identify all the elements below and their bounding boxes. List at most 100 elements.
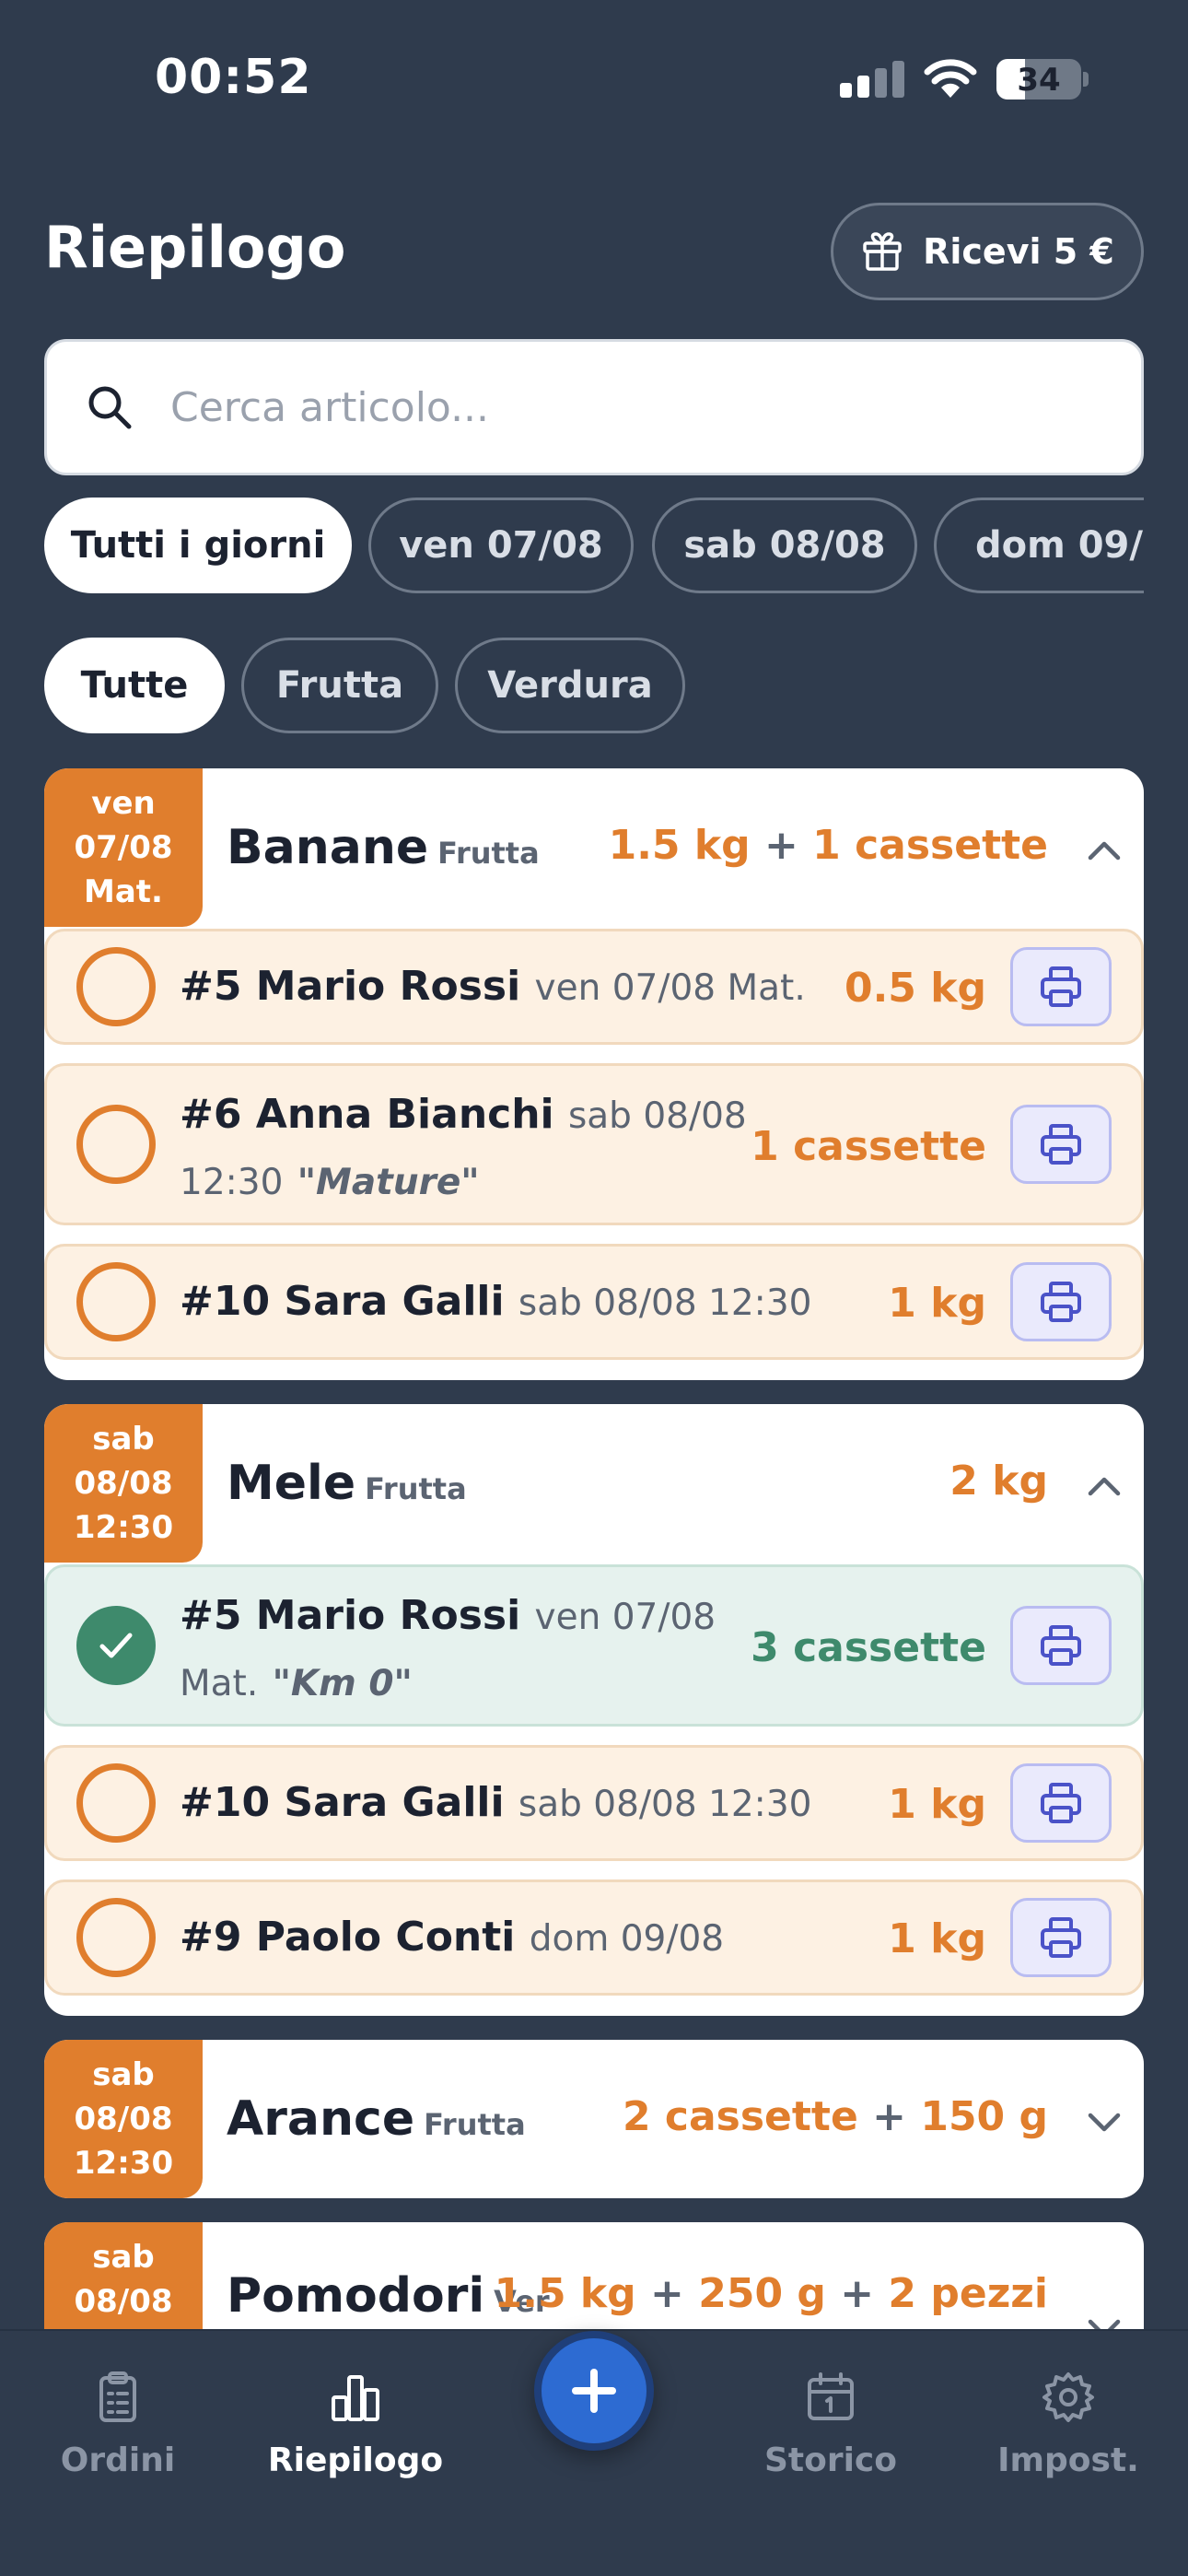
order-checkbox[interactable] — [76, 947, 156, 1026]
order-meta: dom 09/08 — [529, 1918, 725, 1960]
order-quantity: 1 kg — [888, 1280, 986, 1327]
chip-day-sat[interactable]: sab 08/08 — [652, 498, 917, 593]
gift-icon — [863, 232, 902, 271]
order-note: "Mature" — [297, 1162, 480, 1203]
status-bar: 00:52 34 — [0, 0, 1188, 157]
product-category: Frutta — [424, 2107, 526, 2142]
order-note: "Km 0" — [272, 1663, 413, 1704]
day-filter-row: Tutti i giorni ven 07/08 sab 08/08 dom 0… — [44, 498, 1144, 595]
product-header[interactable]: sab 08/08 12:30 Mele Frutta 2 kg — [44, 1404, 1144, 1563]
gear-icon — [1042, 2372, 1094, 2422]
order-checkbox[interactable] — [76, 1105, 156, 1184]
wifi-icon — [924, 59, 977, 98]
product-card-mele: sab 08/08 12:30 Mele Frutta 2 kg #5 Mario… — [44, 1404, 1144, 2016]
order-title: #10 Sara Galli — [180, 1278, 505, 1325]
printer-icon — [1041, 1783, 1081, 1823]
product-category: Frutta — [365, 1471, 467, 1506]
chip-day-fri[interactable]: ven 07/08 — [368, 498, 634, 593]
tab-label: Riepilogo — [267, 2441, 444, 2479]
date-badge: sab 08/08 12:30 — [44, 2040, 203, 2198]
print-button[interactable] — [1010, 1763, 1112, 1843]
printer-icon — [1041, 1917, 1081, 1958]
battery-level: 34 — [1017, 62, 1061, 99]
order-meta: ven 07/08 Mat. — [534, 967, 806, 1009]
date-badge: ven 07/08 Mat. — [44, 768, 203, 927]
order-row[interactable]: #9 Paolo Conti dom 09/08 1 kg — [44, 1879, 1144, 1996]
status-time: 00:52 — [155, 50, 312, 105]
order-checkbox[interactable] — [76, 1898, 156, 1977]
search-input[interactable] — [170, 383, 1091, 431]
product-header[interactable]: sab 08/08 12:30 Arance Frutta 2 cassette … — [44, 2040, 1144, 2198]
category-filter-row: Tutte Frutta Verdura — [44, 638, 1144, 735]
product-total: 2 kg — [949, 1458, 1048, 1505]
product-name: Banane Frutta — [227, 820, 540, 875]
tab-label: Impost. — [997, 2441, 1139, 2479]
tab-settings[interactable]: Impost. — [967, 2359, 1170, 2497]
bar-chart-icon — [332, 2375, 379, 2421]
order-meta: sab 08/08 12:30 — [518, 1282, 812, 1324]
tab-label: Ordini — [60, 2441, 176, 2479]
product-header[interactable]: ven 07/08 Mat. Banane Frutta 1.5 kg + 1 c… — [44, 768, 1144, 927]
clipboard-icon — [99, 2371, 136, 2422]
add-order-button[interactable] — [534, 2331, 654, 2451]
plus-icon — [572, 2369, 616, 2413]
order-row[interactable]: #5 Mario Rossi ven 07/08 Mat. 0.5 kg — [44, 929, 1144, 1045]
order-title: #6 Anna Bianchi — [180, 1091, 554, 1138]
order-row[interactable]: #10 Sara Galli sab 08/08 12:30 1 kg — [44, 1745, 1144, 1861]
tab-history[interactable]: Storico — [729, 2359, 932, 2497]
tab-orders[interactable]: Ordini — [17, 2359, 219, 2497]
print-button[interactable] — [1010, 1898, 1112, 1977]
product-category: Frutta — [437, 836, 540, 871]
product-card-arance[interactable]: sab 08/08 12:30 Arance Frutta 2 cassette … — [44, 2040, 1144, 2198]
cellular-signal-icon — [840, 61, 904, 98]
product-total: 1.5 kg + 250 g + 2 pezzi — [494, 2270, 1048, 2317]
product-total: 2 cassette + 150 g — [622, 2093, 1048, 2140]
calendar-icon — [808, 2372, 854, 2420]
order-row[interactable]: #10 Sara Galli sab 08/08 12:30 1 kg — [44, 1244, 1144, 1360]
order-checkbox-checked[interactable] — [76, 1606, 156, 1685]
order-quantity: 3 cassette — [751, 1624, 986, 1671]
date-badge: sab 08/08 12:30 — [44, 1404, 203, 1563]
chip-day-sun[interactable]: dom 09/08 — [934, 498, 1144, 593]
print-button[interactable] — [1010, 1105, 1112, 1184]
print-button[interactable] — [1010, 947, 1112, 1026]
printer-icon — [1041, 1124, 1081, 1165]
order-quantity: 1 cassette — [751, 1123, 986, 1170]
chip-category-all[interactable]: Tutte — [44, 638, 225, 733]
product-name: Arance Frutta — [227, 2091, 526, 2147]
printer-icon — [1041, 1625, 1081, 1666]
order-meta: ven 07/08 — [534, 1597, 716, 1638]
order-title: #9 Paolo Conti — [180, 1914, 516, 1961]
order-row[interactable]: #5 Mario Rossi ven 07/08 Mat. "Km 0" 3 ca… — [44, 1564, 1144, 1727]
chevron-down-icon[interactable] — [1081, 2099, 1127, 2145]
chip-category-vegetables[interactable]: Verdura — [455, 638, 685, 733]
order-row[interactable]: #6 Anna Bianchi sab 08/08 12:30 "Mature" … — [44, 1063, 1144, 1225]
order-quantity: 1 kg — [888, 1781, 986, 1828]
tab-summary[interactable]: Riepilogo — [254, 2359, 457, 2497]
page-title: Riepilogo — [44, 214, 346, 281]
product-total: 1.5 kg + 1 cassette — [608, 822, 1048, 869]
battery-icon: 34 — [996, 59, 1081, 100]
chip-category-fruit[interactable]: Frutta — [241, 638, 438, 733]
product-name: Mele Frutta — [227, 1456, 467, 1511]
print-button[interactable] — [1010, 1262, 1112, 1341]
battery-tip — [1083, 72, 1089, 87]
gift-button-label: Ricevi 5 € — [923, 231, 1114, 272]
tab-label: Storico — [763, 2441, 898, 2479]
product-card-banane: ven 07/08 Mat. Banane Frutta 1.5 kg + 1 c… — [44, 768, 1144, 1380]
printer-icon — [1041, 966, 1081, 1007]
search-icon — [88, 386, 132, 429]
order-meta: sab 08/08 — [567, 1095, 747, 1137]
referral-gift-button[interactable]: Ricevi 5 € — [831, 203, 1144, 300]
search-box — [44, 339, 1144, 475]
chevron-up-icon[interactable] — [1081, 827, 1127, 873]
printer-icon — [1041, 1282, 1081, 1322]
order-checkbox[interactable] — [76, 1262, 156, 1341]
print-button[interactable] — [1010, 1606, 1112, 1685]
chevron-up-icon[interactable] — [1081, 1463, 1127, 1509]
order-quantity: 1 kg — [888, 1915, 986, 1962]
check-icon — [99, 1633, 133, 1658]
order-checkbox[interactable] — [76, 1763, 156, 1843]
order-quantity: 0.5 kg — [844, 965, 986, 1012]
chip-day-all[interactable]: Tutti i giorni — [44, 498, 352, 593]
